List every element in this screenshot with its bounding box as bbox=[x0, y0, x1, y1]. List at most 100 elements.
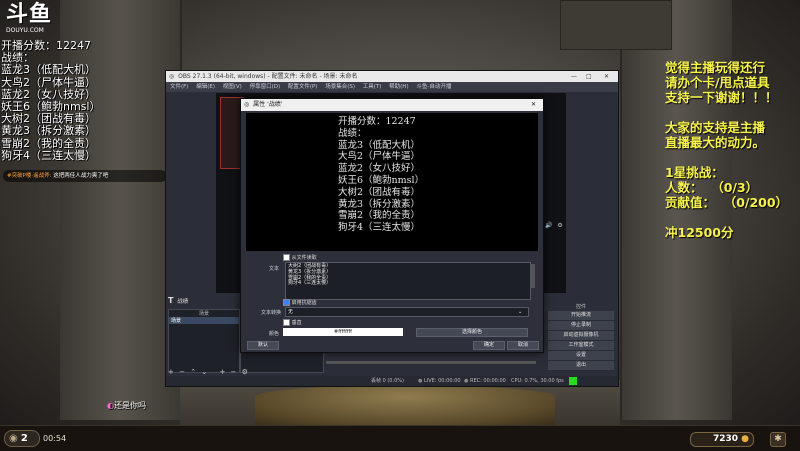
transform-select[interactable]: 无 ⌄ bbox=[285, 307, 529, 317]
danmaku-text: 这把两佳人战力爽了吧 bbox=[53, 173, 109, 179]
dialog-title-text: 属性 '战绩' bbox=[253, 101, 283, 108]
studio-mode-button[interactable]: 工作室模式 bbox=[548, 341, 614, 351]
scene-list-item[interactable]: 场景 bbox=[169, 317, 239, 324]
dropped-frames: 丢帧 0 (0.0%) bbox=[371, 378, 404, 384]
support-line bbox=[665, 210, 788, 225]
dialog-scrollbar[interactable] bbox=[531, 264, 535, 288]
dialog-app-icon: ◎ bbox=[244, 101, 250, 108]
move-up-icon[interactable]: ⌃ bbox=[187, 368, 196, 376]
gold-coin-icon: ● bbox=[741, 434, 749, 444]
chat-bubble-text: 还是你吗 bbox=[113, 401, 146, 410]
stats-line: 黄龙3（拆分激素） bbox=[1, 124, 96, 138]
text-source-icon: T bbox=[168, 296, 174, 305]
select-color-button[interactable]: 选择颜色 bbox=[416, 328, 528, 337]
start-virtual-camera-button[interactable]: 启动虚拟摄像机 bbox=[548, 331, 614, 341]
game-bottom-bar bbox=[0, 425, 800, 451]
stats-line: 大鸟2（尸体牛逼） bbox=[1, 75, 96, 89]
mixer-settings-icon[interactable]: ⚙ bbox=[554, 222, 562, 229]
support-line: 支持一下谢谢！！！ bbox=[665, 90, 778, 105]
menu-tools[interactable]: 工具(T) bbox=[357, 84, 382, 90]
add-source-icon[interactable]: + bbox=[209, 368, 225, 376]
menu-help[interactable]: 帮助(H) bbox=[383, 84, 408, 90]
menu-douyu-autostart[interactable]: 斗鱼-自动开播 bbox=[410, 84, 451, 90]
text-properties-dialog: ◎ 属性 '战绩' ✕ 开播分数：12247 战绩： 蓝龙3（低配大机） 大鸟2（尸体… bbox=[240, 98, 544, 353]
stop-recording-button[interactable]: 停止录制 bbox=[548, 321, 614, 331]
vertical-label: 垂直 bbox=[291, 320, 302, 326]
exit-button[interactable]: 退出 bbox=[548, 361, 614, 371]
move-down-icon[interactable]: ⌄ bbox=[198, 368, 207, 376]
window-minimize-button[interactable]: — bbox=[571, 71, 577, 82]
gold-counter: 7230 ● bbox=[690, 432, 754, 447]
antialias-row: 启用抗锯齿 bbox=[283, 299, 317, 306]
antialias-checkbox[interactable] bbox=[283, 299, 290, 306]
gear-icon: ✱ bbox=[774, 434, 782, 444]
scenes-panel: 场景 场景 bbox=[168, 309, 240, 373]
obs-titlebar: ◎ OBS 27.1.3 (64-bit, windows) - 配置文件: 未… bbox=[166, 71, 618, 82]
level-badge: ◉ 2 bbox=[4, 430, 40, 447]
text-input-area[interactable]: 大树2（团战有毒） 黄龙3（拆分激素） 雪崩2（我的全责） 狗牙4（三连太慢） bbox=[285, 262, 531, 300]
panel-toolbar: + − ⌃ ⌄ + − ⚙ bbox=[168, 368, 318, 376]
dialog-text-preview: 开播分数：12247 战绩： 蓝龙3（低配大机） 大鸟2（尸体牛逼） 蓝龙2（女八技好）… bbox=[246, 113, 538, 251]
source-settings-icon[interactable]: ⚙ bbox=[239, 368, 248, 376]
color-label: 颜色 bbox=[269, 331, 280, 337]
volume-icon[interactable]: 🔊 bbox=[545, 222, 552, 229]
ok-button[interactable]: 确定 bbox=[473, 341, 505, 350]
menu-scene-collection[interactable]: 场景集合(S) bbox=[319, 84, 355, 90]
menu-view[interactable]: 视图(V) bbox=[217, 84, 242, 90]
defaults-button[interactable]: 默认 bbox=[247, 341, 279, 350]
vertical-row: 垂直 bbox=[283, 319, 302, 326]
support-line: 直播最大的动力。 bbox=[665, 135, 766, 150]
douyu-logo-text: 斗鱼 bbox=[6, 2, 53, 27]
support-line: 人数： （0/3） bbox=[665, 180, 759, 195]
douyu-logo-subtext: DOUYU.COM bbox=[6, 27, 44, 34]
preview-line: 大树2（团战有毒） bbox=[338, 186, 421, 198]
stream-stats-overlay: 开播分数：12247 战绩： 蓝龙3（低配大机） 大鸟2（尸体牛逼） 蓝龙2（女八技好）… bbox=[1, 39, 100, 162]
menu-docks[interactable]: 停靠窗口(D) bbox=[244, 84, 281, 90]
support-line bbox=[665, 105, 788, 120]
stats-line: 蓝龙3（低配大机） bbox=[1, 63, 96, 77]
menu-file[interactable]: 文件(F) bbox=[166, 84, 188, 90]
from-file-checkbox[interactable] bbox=[283, 254, 290, 261]
preview-line: 妖王6（鲍勃nmsl） bbox=[338, 174, 425, 186]
stats-line: 雪崩2（我的全责） bbox=[1, 136, 96, 150]
cpu-fps: CPU: 0.7%, 30.00 fps bbox=[511, 378, 564, 384]
remove-source-icon[interactable]: − bbox=[228, 368, 237, 376]
from-file-label: 从文件读取 bbox=[291, 255, 317, 261]
settings-button[interactable]: 设置 bbox=[548, 351, 614, 361]
rec-time: REC: 00:00:00 bbox=[470, 378, 506, 384]
chat-emote-icon: ◐ bbox=[107, 401, 114, 410]
dialog-titlebar: ◎ 属性 '战绩' ✕ bbox=[241, 99, 543, 111]
danmaku-user: #突破P楼·遥战斧: bbox=[7, 173, 52, 179]
support-line: 觉得主播玩得还行 bbox=[665, 60, 766, 75]
dialog-preview-text: 开播分数：12247 战绩： 蓝龙3（低配大机） 大鸟2（尸体牛逼） 蓝龙2（女八技好）… bbox=[338, 116, 424, 234]
level-value: 2 bbox=[20, 433, 28, 444]
game-timer: 00:54 bbox=[43, 434, 67, 443]
transform-value: 无 bbox=[288, 309, 294, 315]
preview-line: 开播分数：12247 bbox=[338, 116, 416, 127]
support-line bbox=[665, 150, 788, 165]
start-streaming-button[interactable]: 开始推流 bbox=[548, 311, 614, 321]
menu-edit[interactable]: 编辑(E) bbox=[190, 84, 215, 90]
preview-line: 战绩： bbox=[338, 127, 367, 139]
cancel-button[interactable]: 取消 bbox=[507, 341, 539, 350]
remove-icon[interactable]: − bbox=[176, 368, 185, 376]
support-line: 贡献值： （0/200） bbox=[665, 195, 789, 210]
vertical-checkbox[interactable] bbox=[283, 319, 290, 326]
chat-bubble: ◐还是你吗 bbox=[107, 400, 146, 411]
menu-profile[interactable]: 配置文件(P) bbox=[282, 84, 318, 90]
preview-line: 蓝龙2（女八技好） bbox=[338, 163, 421, 175]
window-maximize-button[interactable]: □ bbox=[586, 71, 592, 82]
support-line: 1星挑战： bbox=[665, 165, 724, 180]
obs-menubar: 文件(F) 编辑(E) 视图(V) 停靠窗口(D) 配置文件(P) 场景集合(S… bbox=[166, 82, 618, 92]
game-menu-button[interactable]: ✱ bbox=[770, 432, 786, 447]
window-close-button[interactable]: ✕ bbox=[604, 71, 609, 82]
antialias-label: 启用抗锯齿 bbox=[291, 300, 317, 306]
add-icon[interactable]: + bbox=[168, 368, 174, 376]
chevron-down-icon: ⌄ bbox=[518, 309, 523, 315]
scenes-panel-title: 场景 bbox=[198, 311, 209, 317]
dialog-close-button[interactable]: ✕ bbox=[531, 99, 536, 111]
preview-line: 狗牙4（三连太慢） bbox=[338, 222, 421, 234]
stream-health-indicator bbox=[569, 377, 577, 385]
live-indicator-icon: ● bbox=[418, 378, 423, 384]
support-line: 大家的支持是主播 bbox=[665, 120, 766, 135]
